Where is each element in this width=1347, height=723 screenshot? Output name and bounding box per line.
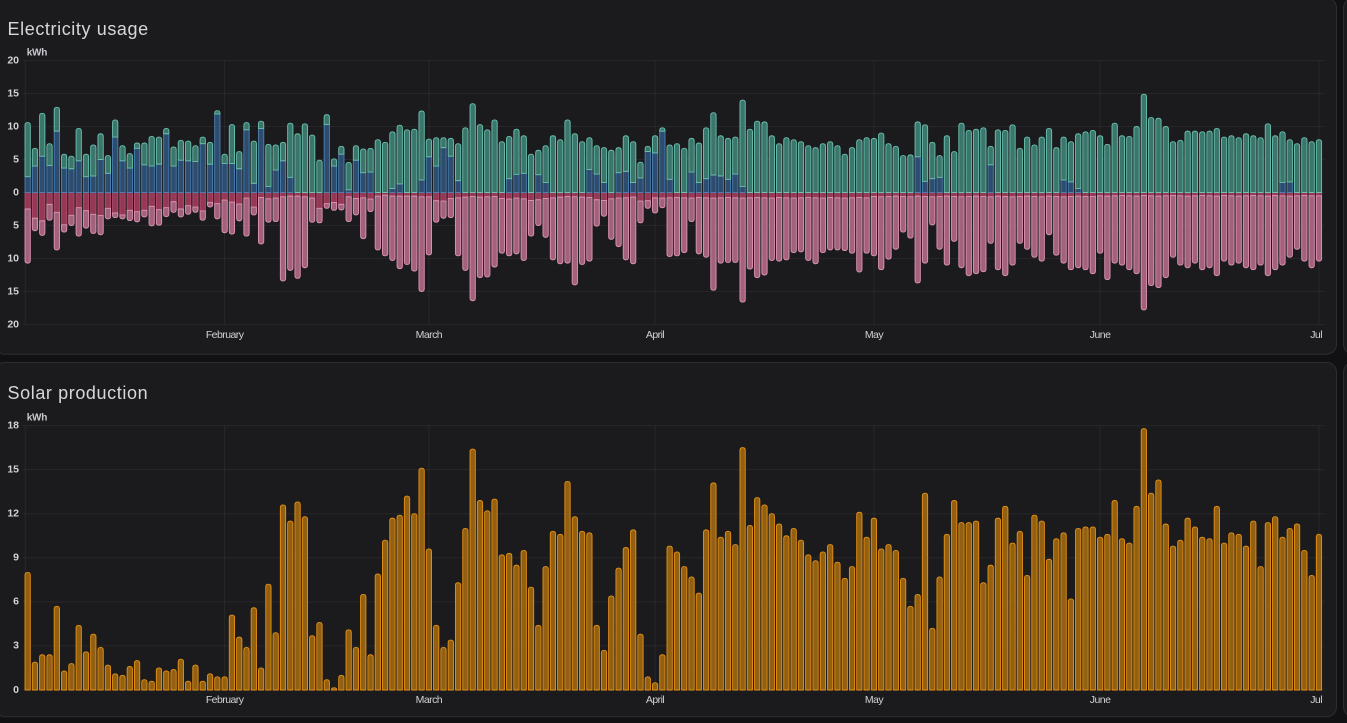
- svg-text:June: June: [1090, 694, 1111, 706]
- svg-text:10: 10: [7, 252, 19, 264]
- svg-text:March: March: [416, 329, 443, 341]
- svg-text:February: February: [206, 329, 245, 341]
- svg-text:kWh: kWh: [27, 412, 48, 423]
- svg-text:Jul: Jul: [1310, 329, 1322, 341]
- svg-text:May: May: [865, 694, 884, 706]
- svg-text:18: 18: [7, 419, 19, 431]
- svg-text:0: 0: [13, 684, 19, 696]
- svg-text:6: 6: [13, 596, 19, 608]
- svg-text:kWh: kWh: [27, 48, 48, 59]
- svg-text:10: 10: [7, 120, 19, 132]
- svg-text:20: 20: [7, 318, 19, 330]
- svg-text:March: March: [416, 694, 443, 706]
- svg-text:15: 15: [7, 463, 19, 475]
- svg-text:15: 15: [7, 285, 19, 297]
- svg-text:5: 5: [13, 153, 19, 165]
- svg-text:3: 3: [13, 640, 19, 652]
- svg-text:9: 9: [13, 552, 19, 564]
- svg-text:Solar production: Solar production: [8, 383, 149, 403]
- svg-text:5: 5: [13, 219, 19, 231]
- svg-text:12: 12: [7, 508, 19, 520]
- svg-text:June: June: [1090, 329, 1111, 341]
- svg-text:Electricity usage: Electricity usage: [8, 19, 149, 39]
- svg-text:20: 20: [7, 54, 19, 66]
- svg-text:February: February: [206, 694, 245, 706]
- svg-text:May: May: [865, 329, 884, 341]
- svg-text:Jul: Jul: [1310, 694, 1322, 706]
- svg-text:0: 0: [13, 186, 19, 198]
- svg-text:April: April: [646, 694, 664, 706]
- svg-text:April: April: [646, 329, 664, 341]
- svg-text:15: 15: [7, 87, 19, 99]
